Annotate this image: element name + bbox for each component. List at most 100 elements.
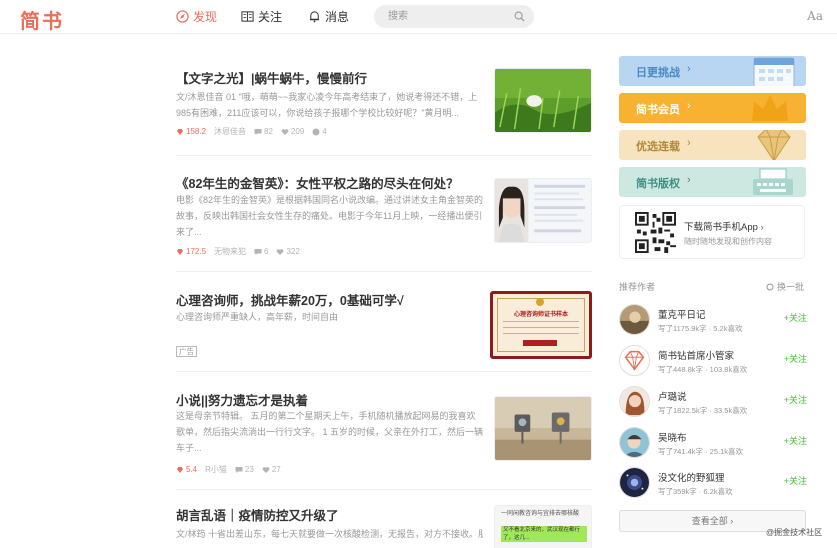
author-stats: 写了1175.9k字 · 5.2k喜欢 [658,324,743,333]
article-thumbnail-illustration[interactable] [494,396,592,461]
banner-membership[interactable]: 简书会员 › [619,93,806,123]
emblem-icon [536,298,544,306]
heart-icon [281,128,289,135]
refresh-authors-button[interactable]: 换一批 [766,280,804,293]
author-row: 吴晓布 写了741.4k字 · 25.1k喜欢 +关注 [619,427,807,461]
heart-icon [277,248,284,255]
bell-icon [309,11,320,23]
banner-copyright[interactable]: 简书版权 › [619,167,806,197]
ad-title[interactable]: 心理咨询师，挑战年薪20万，0基础可学√ [176,290,404,309]
recommended-authors-title: 推荐作者 [619,282,656,292]
nav-discover[interactable]: 发现 [176,8,217,25]
article-item: 小说||努力遗忘才是执着 这是母亲节特辑。 五月的第二个星期天上午，手机随机播放… [176,372,592,490]
article-abstract: 文/林筠 十省出差山东，每七天就要做一次核酸检测，无报告，对方不接收。朋 [176,529,483,539]
banner-serial[interactable]: 优选连载 › [619,130,806,160]
diamond-icon [177,128,183,135]
author-name[interactable]: R小猫 [205,464,227,475]
follow-button[interactable]: +关注 [784,311,807,324]
chevron-right-icon: › [687,174,691,186]
article-title[interactable]: 【文字之光】|蜗牛蜗牛，慢慢前行 [176,68,367,87]
search-input[interactable] [388,9,508,24]
article-thumbnail-grass[interactable] [494,68,592,133]
refresh-icon [766,283,774,290]
author-name[interactable]: 沐恩佳音 [214,126,246,137]
author-row: 董克平日记 写了1175.9k字 · 5.2k喜欢 +关注 [619,304,807,338]
diamond-gem-icon [757,130,791,160]
article-item: 【文字之光】|蜗牛蜗牛，慢慢前行 文/沐恩佳音 01 "哦，萌萌~~我家心凌今年… [176,55,592,156]
nav-follow[interactable]: 关注 [241,8,282,25]
ad-abstract: 心理咨询师严重缺人，高年薪，时间自由 [176,312,339,322]
comment-count[interactable]: 82 [254,127,273,136]
author-name[interactable]: 董克平日记 [658,307,706,321]
banner-label: 日更挑战 [636,67,680,79]
article-meta: 5.4 R小猫 23 27 [176,464,281,475]
author-row: 简书钻首席小管家 写了448.8k字 · 103.8k喜欢 +关注 [619,345,807,379]
article-abstract: 文/沐恩佳音 01 "哦，萌萌~~我家心凌今年高考结束了，她说考得还不错，上98… [176,92,478,118]
author-stats: 写了448.8k字 · 103.8k喜欢 [658,365,748,374]
author-stats: 写了741.4k字 · 25.1k喜欢 [658,447,744,456]
article-title[interactable]: 小说||努力遗忘才是执着 [176,390,308,409]
banner-label: 优选连载 [636,141,680,153]
author-name[interactable]: 吴晓布 [658,430,687,444]
author-name[interactable]: 卢璐说 [658,389,687,403]
article-title[interactable]: 胡言乱语｜疫情防控又升级了 [176,505,339,524]
article-title[interactable]: 《82年生的金智英》：女性平权之路的尽头在何处？ [176,173,459,192]
download-app-title: 下载简书手机App › [684,222,764,233]
jianshu-logo[interactable]: 简书 [20,5,64,34]
avatar[interactable] [619,345,650,376]
author-name[interactable]: 简书钻首席小管家 [658,348,734,362]
book-icon [241,11,254,22]
article-thumbnail-chat[interactable]: 一同闲教咨询与宜排去哪核酸 又不看北京来的，武汉现在都行了，这几... [494,505,592,548]
comment-icon [235,466,243,473]
crown-icon [752,95,788,121]
jsd-count: 172.5 [176,247,206,256]
qr-code-icon [635,212,676,253]
search-bar [374,5,534,28]
avatar[interactable] [619,467,650,498]
diamond-icon [177,248,183,255]
comment-count[interactable]: 23 [235,465,254,474]
author-name[interactable]: 没文化的野狐狸 [658,470,725,484]
jsd-count: 5.4 [176,465,197,474]
certificate-caption: 心理咨询师证书样本 [513,312,568,318]
diamond-icon [177,466,183,473]
banner-label: 简书版权 [636,178,680,190]
download-app-subtitle: 随时随地发现和创作内容 [684,237,772,246]
follow-button[interactable]: +关注 [784,474,807,487]
comment-icon [254,248,262,255]
article-item: 胡言乱语｜疫情防控又升级了 文/林筠 十省出差山东，每七天就要做一次核酸检测，无… [176,490,592,548]
author-stats: 写了1822.5k字 · 33.5k喜欢 [658,406,748,415]
article-abstract: 这是母亲节特辑。 五月的第二个星期天上午，手机随机播放起网易的我喜欢歌单，然后指… [176,411,484,453]
nav-messages[interactable]: 消息 [308,8,349,25]
search-icon[interactable] [514,11,525,22]
font-size-button[interactable]: Aa [807,9,823,23]
chevron-right-icon: › [760,222,764,233]
avatar[interactable] [619,427,650,458]
article-meta: 158.2 沐恩佳音 82 209 4 [176,126,327,137]
follow-button[interactable]: +关注 [784,393,807,406]
comment-icon [254,128,262,135]
avatar[interactable] [619,386,650,417]
nav-follow-label: 关注 [258,10,283,24]
follow-button[interactable]: +关注 [784,352,807,365]
avatar[interactable] [619,304,650,335]
ad-item: 心理咨询师，挑战年薪20万，0基础可学√ 心理咨询师严重缺人，高年薪，时间自由 … [176,272,592,372]
ad-thumbnail-certificate[interactable]: 心理咨询师证书样本 [490,291,592,359]
author-row: 没文化的野狐狸 写了359k字 · 6.2k喜欢 +关注 [619,467,807,501]
follow-button[interactable]: +关注 [784,434,807,447]
calendar-icon [753,57,795,86]
like-count: 27 [262,465,281,474]
article-thumbnail-portrait[interactable] [494,178,592,243]
download-app-card[interactable]: 下载简书手机App › 随时随地发现和创作内容 [619,205,805,259]
chevron-right-icon: › [687,63,691,75]
banner-daily-challenge[interactable]: 日更挑战 › [619,56,806,86]
chevron-right-icon: › [687,137,691,149]
thumb-chat-text-1: 一同闲教咨询与宜排去哪核酸 [501,511,580,517]
author-name[interactable]: 无物来犯 [214,246,246,257]
article-abstract: 电影《82年生的金智英》是根据韩国同名小说改编。通过讲述女主角金智英的故事，反映… [176,195,484,237]
comment-count[interactable]: 6 [254,247,268,256]
banner-label: 简书会员 [636,104,680,116]
like-count: 209 [281,127,304,136]
article-meta: 172.5 无物来犯 6 322 [176,246,300,257]
article-item: 《82年生的金智英》：女性平权之路的尽头在何处？ 电影《82年生的金智英》是根据… [176,156,592,272]
